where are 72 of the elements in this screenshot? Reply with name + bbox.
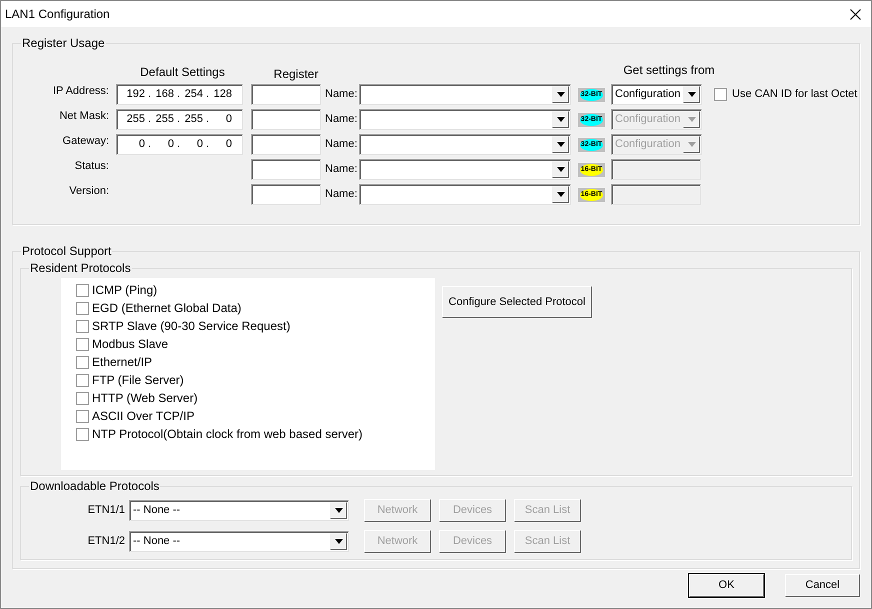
protocol-label[interactable]: FTP (File Server) <box>92 371 184 389</box>
field-label: Net Mask: <box>58 109 109 123</box>
protocol-label[interactable]: ICMP (Ping) <box>92 281 158 299</box>
ip-address-field[interactable]: 255 . 255 . 255 . 0 <box>116 109 243 130</box>
checkbox[interactable] <box>714 88 727 101</box>
field-label: Version: <box>68 184 109 198</box>
dropdown-arrow-icon <box>334 508 342 513</box>
checkbox[interactable] <box>76 428 89 440</box>
field-label: ETN1/2 <box>86 534 125 550</box>
field-label: Name: <box>325 162 356 178</box>
protocol-label[interactable]: NTP Protocol(Obtain clock from web based server) <box>92 425 363 443</box>
dropdown-arrow-icon <box>556 167 564 172</box>
ip-address-field[interactable]: 192 . 168 . 254 . 128 <box>116 84 243 105</box>
protocol-label[interactable]: Modbus Slave <box>92 335 168 353</box>
field-label: Name: <box>325 187 356 202</box>
checkbox[interactable] <box>76 410 89 422</box>
register-field[interactable] <box>251 84 321 105</box>
group-title: Protocol Support <box>21 244 112 258</box>
checkbox[interactable] <box>76 374 89 386</box>
checkbox[interactable] <box>76 302 89 314</box>
ip-address-field[interactable]: 0 . 0 . 0 . 0 <box>116 134 243 155</box>
checkbox[interactable] <box>76 284 89 296</box>
register-field[interactable] <box>251 184 321 205</box>
protocol-label[interactable]: Ethernet/IP <box>92 353 152 371</box>
group-title: Resident Protocols <box>29 261 132 275</box>
protocol-label[interactable]: ASCII Over TCP/IP <box>92 407 194 425</box>
dialog-button[interactable]: Cancel <box>785 574 860 597</box>
protocol-dropdown[interactable]: -- None -- <box>129 500 349 521</box>
name-dropdown[interactable] <box>359 109 571 130</box>
dialog-button[interactable]: OK <box>689 574 764 597</box>
field-label: Gateway: <box>62 134 109 148</box>
group-title: Downloadable Protocols <box>29 479 160 493</box>
field-label: Status: <box>74 159 109 173</box>
checkbox[interactable] <box>76 320 89 332</box>
name-dropdown[interactable] <box>359 84 571 105</box>
protocol-dropdown[interactable]: -- None -- <box>129 531 349 552</box>
settings-source-field[interactable] <box>611 159 701 180</box>
column-header: Get settings from <box>622 63 716 77</box>
dropdown-arrow-icon <box>334 539 342 544</box>
dropdown-arrow-icon <box>556 142 564 147</box>
register-field[interactable] <box>251 109 321 130</box>
protocol-label[interactable]: SRTP Slave (90-30 Service Request) <box>92 317 290 335</box>
field-label: Name: <box>325 112 356 128</box>
protocol-label[interactable]: EGD (Ethernet Global Data) <box>92 299 242 317</box>
checkbox-label: Use CAN ID for last Octet <box>732 87 858 102</box>
checkbox[interactable] <box>76 338 89 350</box>
checkbox[interactable] <box>76 392 89 404</box>
field-label: Name: <box>325 137 356 152</box>
register-field[interactable] <box>251 159 321 180</box>
settings-source-field[interactable] <box>611 184 701 205</box>
column-header: Register <box>272 67 320 81</box>
settings-source-dropdown[interactable]: Configuration <box>611 84 702 105</box>
name-dropdown[interactable] <box>359 134 571 155</box>
dialog-button[interactable]: Configure Selected Protocol <box>442 286 592 318</box>
column-header: Default Settings <box>139 65 226 79</box>
field-label: Name: <box>325 87 356 102</box>
dropdown-arrow-icon <box>556 117 564 122</box>
dropdown-arrow-icon <box>688 117 696 122</box>
checkbox[interactable] <box>76 356 89 368</box>
name-dropdown[interactable] <box>359 159 571 180</box>
dropdown-arrow-icon <box>556 192 564 197</box>
dropdown-arrow-icon <box>688 92 696 97</box>
field-label: ETN1/1 <box>86 503 125 518</box>
group-title: Register Usage <box>21 36 106 50</box>
field-label: IP Address: <box>52 84 109 98</box>
protocol-label[interactable]: HTTP (Web Server) <box>92 389 198 407</box>
register-field[interactable] <box>251 134 321 155</box>
dropdown-arrow-icon <box>688 142 696 147</box>
name-dropdown[interactable] <box>359 184 571 205</box>
close-icon[interactable] <box>850 8 861 20</box>
window-title: LAN1 Configuration <box>5 6 110 23</box>
dropdown-arrow-icon <box>556 92 564 97</box>
